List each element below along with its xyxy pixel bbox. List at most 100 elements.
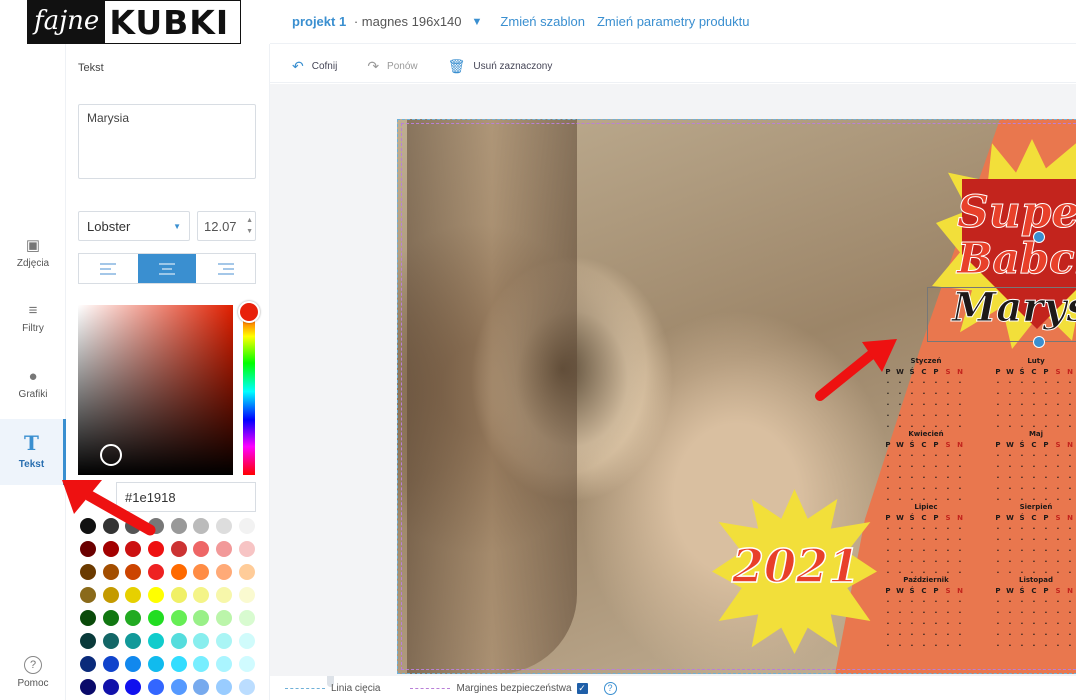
- color-swatch[interactable]: [170, 518, 187, 534]
- color-swatch[interactable]: [125, 679, 142, 695]
- color-swatch[interactable]: [216, 564, 233, 580]
- rail-item-text[interactable]: T Tekst: [0, 419, 66, 485]
- color-swatch[interactable]: [148, 679, 165, 695]
- rail-item-label: Pomoc: [17, 678, 49, 689]
- color-swatch[interactable]: [238, 679, 255, 695]
- color-swatch[interactable]: [125, 633, 142, 649]
- color-swatch[interactable]: [216, 587, 233, 603]
- color-swatch[interactable]: [238, 564, 255, 580]
- color-swatch[interactable]: [148, 541, 165, 557]
- rail-item-graphics[interactable]: ● Grafiki: [0, 368, 66, 400]
- color-swatch[interactable]: [170, 679, 187, 695]
- font-size-input[interactable]: 12.07 ▲ ▼: [197, 211, 256, 241]
- color-swatch[interactable]: [216, 541, 233, 557]
- undo-button[interactable]: ↶ Cofnij: [292, 58, 337, 75]
- align-right-button[interactable]: [196, 254, 255, 283]
- change-params-link[interactable]: Zmień parametry produktu: [597, 14, 749, 29]
- safe-margin-swatch: [410, 687, 451, 689]
- color-swatch[interactable]: [80, 679, 96, 695]
- chevron-down-icon[interactable]: ▼: [472, 16, 483, 28]
- color-swatch[interactable]: [80, 541, 96, 557]
- color-swatch[interactable]: [102, 633, 119, 649]
- color-swatch[interactable]: [216, 518, 233, 534]
- color-swatch[interactable]: [193, 518, 210, 534]
- stepper-icon[interactable]: ▲ ▼: [246, 215, 253, 237]
- hue-handle[interactable]: [238, 301, 260, 323]
- color-swatch[interactable]: [238, 518, 255, 534]
- saturation-handle[interactable]: [100, 444, 122, 466]
- help-icon[interactable]: ?: [603, 681, 617, 695]
- text-icon: T: [24, 431, 39, 455]
- design-artboard[interactable]: Supe Babci Marys StyczeńPWŚCPSN·········…: [397, 119, 1076, 674]
- font-size-value: 12.07: [204, 219, 237, 234]
- color-swatch[interactable]: [125, 564, 142, 580]
- color-swatch[interactable]: [193, 679, 210, 695]
- color-swatch[interactable]: [193, 587, 210, 603]
- color-swatch[interactable]: [193, 610, 210, 626]
- color-swatch[interactable]: [125, 656, 142, 672]
- color-swatch[interactable]: [238, 610, 255, 626]
- drop-icon: ●: [28, 368, 38, 385]
- color-swatch[interactable]: [80, 564, 96, 580]
- color-swatch[interactable]: [216, 610, 233, 626]
- delete-selected-button[interactable]: 🗑 Usuń zaznaczony: [448, 58, 553, 75]
- editor-app: fajne KUBKI projekt 1 · magnes 196x140 ▼…: [0, 0, 1076, 700]
- color-swatch[interactable]: [238, 656, 255, 672]
- color-swatch[interactable]: [216, 679, 233, 695]
- color-swatch[interactable]: [193, 656, 210, 672]
- color-swatch[interactable]: [193, 564, 210, 580]
- color-swatch[interactable]: [148, 656, 165, 672]
- color-swatch[interactable]: [80, 656, 96, 672]
- color-swatch[interactable]: [80, 587, 96, 603]
- redo-icon: ↷: [367, 57, 380, 74]
- text-content-input[interactable]: [78, 104, 256, 179]
- color-swatch[interactable]: [102, 541, 119, 557]
- color-swatch[interactable]: [238, 633, 255, 649]
- color-swatch[interactable]: [170, 587, 187, 603]
- safe-margin-checkbox[interactable]: ✓: [576, 682, 588, 694]
- color-swatch[interactable]: [193, 541, 210, 557]
- color-swatch[interactable]: [170, 541, 187, 557]
- color-swatch[interactable]: [102, 564, 119, 580]
- color-swatch[interactable]: [102, 656, 119, 672]
- brand-logo[interactable]: fajne KUBKI: [27, 0, 241, 44]
- color-swatch[interactable]: [125, 541, 142, 557]
- color-swatch[interactable]: [125, 587, 142, 603]
- color-swatch[interactable]: [148, 633, 165, 649]
- color-swatch[interactable]: [125, 610, 142, 626]
- align-center-button[interactable]: [137, 254, 197, 283]
- color-swatch[interactable]: [102, 679, 119, 695]
- color-swatch[interactable]: [170, 564, 187, 580]
- annotation-arrow: [62, 480, 156, 536]
- undo-label: Cofnij: [311, 60, 338, 72]
- rail-item-photos[interactable]: ▣ Zdjęcia: [0, 236, 66, 269]
- canvas-area[interactable]: Supe Babci Marys StyczeńPWŚCPSN·········…: [270, 84, 1076, 676]
- color-swatch[interactable]: [80, 610, 96, 626]
- color-swatch[interactable]: [102, 587, 119, 603]
- change-template-link[interactable]: Zmień szablon: [500, 14, 585, 29]
- rail-item-label: Zdjęcia: [16, 258, 50, 269]
- font-family-value: Lobster: [87, 219, 131, 234]
- project-name[interactable]: projekt 1: [292, 14, 346, 29]
- color-swatch[interactable]: [170, 610, 187, 626]
- legend-safe-margin: Margines bezpieczeństwa ✓: [410, 682, 588, 694]
- color-swatch[interactable]: [170, 633, 187, 649]
- redo-button[interactable]: ↷ Ponów: [367, 58, 417, 75]
- color-swatch[interactable]: [80, 633, 96, 649]
- hue-slider[interactable]: [243, 308, 255, 475]
- align-left-button[interactable]: [79, 254, 138, 283]
- color-swatch[interactable]: [238, 541, 255, 557]
- color-swatch[interactable]: [102, 610, 119, 626]
- color-swatch[interactable]: [148, 610, 165, 626]
- rail-item-help[interactable]: ? Pomoc: [0, 656, 66, 689]
- color-swatch[interactable]: [170, 656, 187, 672]
- color-swatch[interactable]: [148, 564, 165, 580]
- color-swatch[interactable]: [216, 633, 233, 649]
- trash-icon: 🗑: [447, 57, 466, 74]
- color-swatch[interactable]: [216, 656, 233, 672]
- font-family-select[interactable]: Lobster ▼: [78, 211, 190, 241]
- rail-item-filters[interactable]: ≡ Filtry: [0, 302, 66, 334]
- color-swatch[interactable]: [238, 587, 255, 603]
- color-swatch[interactable]: [193, 633, 210, 649]
- color-swatch[interactable]: [148, 587, 165, 603]
